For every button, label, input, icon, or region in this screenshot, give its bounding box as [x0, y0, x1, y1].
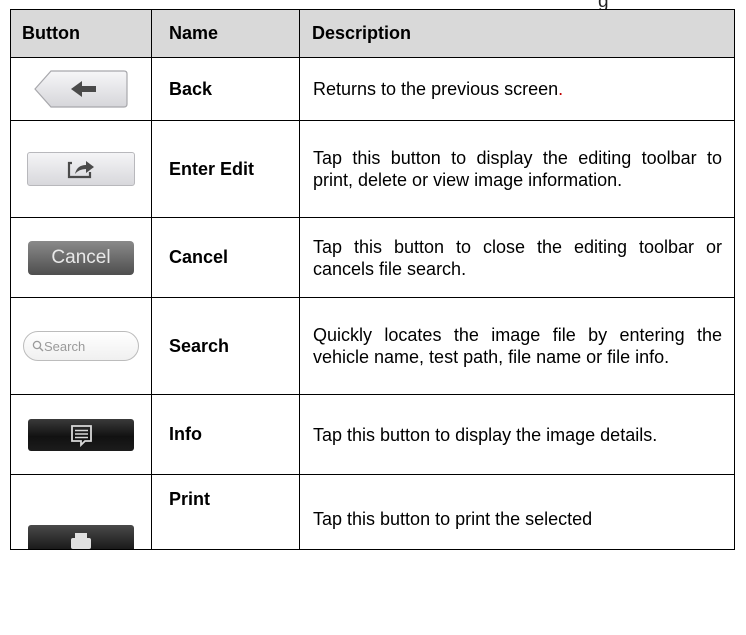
description-cell: Tap this button to close the editing too… [299, 217, 735, 298]
info-message-icon [28, 418, 134, 451]
name-cell: Enter Edit [151, 120, 300, 218]
button-cell [10, 394, 152, 475]
red-period: . [558, 79, 564, 99]
enter-edit-share-icon [27, 152, 135, 186]
name-cell: Cancel [151, 217, 300, 298]
button-cell: Search [10, 297, 152, 395]
button-cell [10, 120, 152, 218]
cancel-button-icon: Cancel [28, 240, 134, 275]
table-row: Print Tap this button to print the selec… [10, 474, 735, 550]
name-cell: Print [151, 474, 300, 550]
header-name: Name [151, 9, 300, 58]
table-row: Enter Edit Tap this button to display th… [10, 120, 735, 218]
back-arrow-button-icon [33, 69, 129, 109]
header-description: Description [299, 9, 735, 58]
description-text: Returns to the previous screen [313, 79, 559, 99]
name-cell: Back [151, 57, 300, 121]
table-row: Cancel Cancel Tap this button to close t… [10, 217, 735, 298]
button-cell [10, 474, 152, 550]
printer-icon [28, 525, 134, 549]
table-row: Info Tap this button to display the imag… [10, 394, 735, 475]
header-button: Button [10, 9, 152, 58]
search-field-icon: Search [23, 331, 139, 361]
button-reference-table: Button Name Description Back Returns to … [10, 9, 735, 550]
button-cell: Cancel [10, 217, 152, 298]
description-cell: Tap this button to print the selected [299, 474, 735, 550]
search-placeholder: Search [44, 339, 86, 354]
description-cell: Returns to the previous screen. [299, 57, 735, 121]
table-header-row: Button Name Description [10, 9, 735, 58]
table-row: Back Returns to the previous screen. [10, 57, 735, 121]
name-cell: Info [151, 394, 300, 475]
description-cell: Tap this button to display the editing t… [299, 120, 735, 218]
button-cell [10, 57, 152, 121]
table-row: Search Search Quickly locates the image … [10, 297, 735, 395]
description-cell: Tap this button to display the image det… [299, 394, 735, 475]
description-cell: Quickly locates the image file by enteri… [299, 297, 735, 395]
name-cell: Search [151, 297, 300, 395]
